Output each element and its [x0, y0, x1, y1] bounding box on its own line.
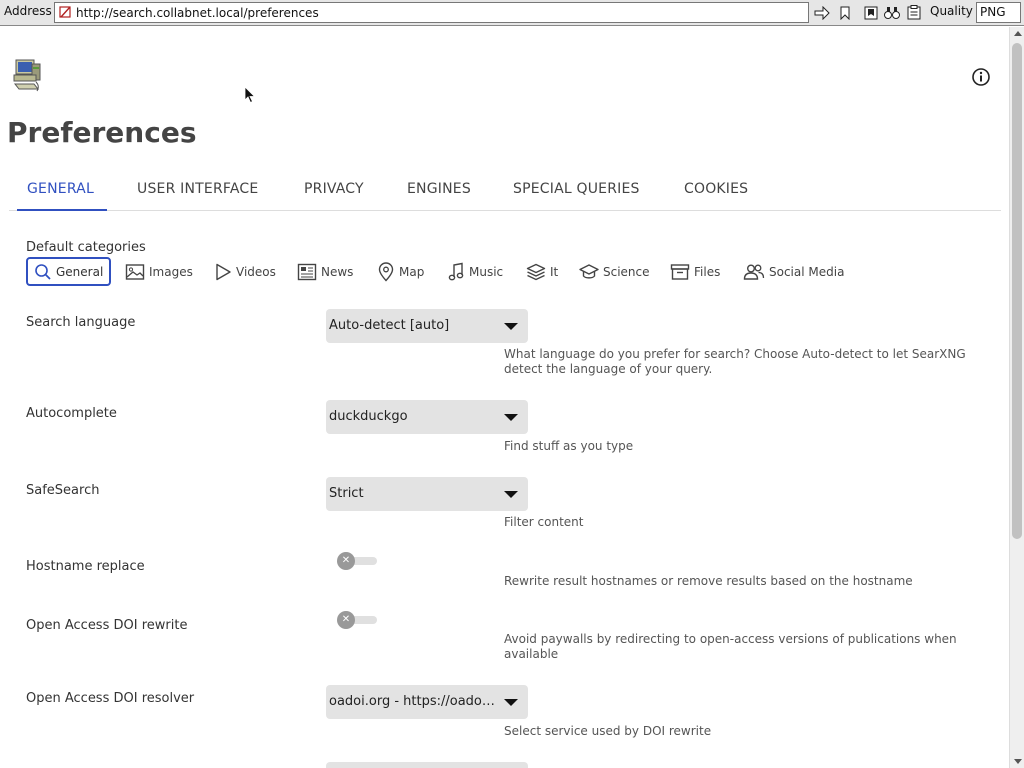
safesearch-label: SafeSearch — [26, 483, 100, 498]
tab-user-interface[interactable]: USER INTERFACE — [137, 181, 258, 197]
hostname-replace-help: Rewrite result hostnames or remove resul… — [504, 574, 913, 588]
search-language-select[interactable]: Auto-detect [auto] — [326, 309, 528, 343]
binoculars-icon[interactable] — [882, 3, 901, 22]
default-categories-heading: Default categories — [26, 240, 146, 255]
category-images[interactable]: Images — [125, 257, 193, 286]
tab-general[interactable]: GENERAL — [27, 181, 94, 197]
music-icon — [448, 262, 464, 280]
category-label: Science — [603, 264, 650, 279]
oa-doi-resolver-select[interactable]: oadoi.org - https://oadoi.org/ — [326, 685, 528, 719]
category-label: News — [321, 264, 354, 279]
category-label: Map — [399, 264, 425, 279]
go-arrow-icon[interactable] — [812, 3, 831, 22]
address-label: Address — [4, 4, 52, 18]
category-general[interactable]: General — [26, 257, 112, 286]
category-label: It — [550, 264, 559, 279]
category-social-media[interactable]: Social Media — [743, 257, 844, 286]
category-music[interactable]: Music — [447, 257, 503, 286]
tab-cookies[interactable]: COOKIES — [684, 181, 748, 197]
search-icon — [35, 263, 51, 280]
play-icon — [216, 263, 231, 280]
school-icon — [579, 263, 599, 279]
quality-label: Quality — [930, 4, 973, 18]
archive-icon — [670, 263, 690, 280]
search-language-label: Search language — [26, 315, 136, 330]
people-icon — [743, 264, 765, 280]
autocomplete-value: duckduckgo — [329, 409, 408, 424]
search-language-help: What language do you prefer for search? … — [504, 347, 966, 376]
safesearch-help: Filter content — [504, 515, 584, 529]
close-icon: ✕ — [337, 552, 355, 570]
chevron-down-icon — [504, 699, 518, 706]
quality-select[interactable]: PNG — [976, 2, 1021, 23]
newspaper-icon — [297, 263, 317, 280]
category-it[interactable]: It — [526, 257, 558, 286]
vertical-scrollbar[interactable] — [1009, 27, 1024, 768]
mouse-cursor-icon — [244, 86, 256, 104]
oa-doi-resolver-value: oadoi.org - https://oadoi.org/ — [329, 694, 497, 709]
info-icon[interactable] — [971, 67, 991, 87]
category-map[interactable]: Map — [377, 257, 424, 286]
category-label: Videos — [236, 264, 276, 279]
safesearch-value: Strict — [329, 486, 364, 501]
chevron-down-icon — [504, 491, 518, 498]
category-label: Images — [149, 264, 193, 279]
scroll-thumb[interactable] — [1012, 43, 1022, 539]
chevron-down-icon — [504, 323, 518, 330]
scroll-up-icon[interactable] — [1014, 31, 1022, 36]
map-pin-icon — [378, 261, 394, 282]
page-title: Preferences — [7, 116, 197, 149]
hostname-replace-label: Hostname replace — [26, 559, 145, 574]
category-files[interactable]: Files — [670, 257, 720, 286]
hostname-replace-toggle[interactable]: ✕ — [337, 551, 379, 571]
chevron-down-icon — [504, 414, 518, 421]
page-viewport: Preferences GENERAL USER INTERFACE PRIVA… — [0, 27, 1009, 768]
tab-special-queries[interactable]: SPECIAL QUERIES — [513, 181, 640, 197]
oa-doi-resolver-help: Select service used by DOI rewrite — [504, 724, 712, 738]
category-label: General — [56, 264, 104, 279]
oa-doi-rewrite-help: Avoid paywalls by redirecting to open-ac… — [504, 632, 957, 661]
oa-doi-rewrite-toggle[interactable]: ✕ — [337, 610, 379, 630]
category-label: Social Media — [769, 264, 845, 279]
autocomplete-label: Autocomplete — [26, 406, 117, 421]
computer-logo-icon[interactable] — [12, 58, 42, 94]
layers-icon — [526, 263, 546, 280]
oa-doi-rewrite-label: Open Access DOI rewrite — [26, 618, 188, 633]
close-icon: ✕ — [337, 611, 355, 629]
next-setting-select[interactable] — [326, 762, 528, 768]
category-videos[interactable]: Videos — [214, 257, 276, 286]
autocomplete-select[interactable]: duckduckgo — [326, 400, 528, 434]
scroll-down-icon[interactable] — [1014, 759, 1022, 764]
address-input[interactable]: http://search.collabnet.local/preference… — [54, 2, 809, 23]
category-science[interactable]: Science — [579, 257, 650, 286]
category-news[interactable]: News — [297, 257, 353, 286]
bookmarks-list-icon[interactable] — [861, 3, 880, 22]
category-label: Music — [469, 264, 504, 279]
address-url: http://search.collabnet.local/preference… — [76, 6, 319, 20]
bookmark-icon[interactable] — [835, 3, 854, 22]
image-icon — [125, 263, 145, 280]
clipboard-icon[interactable] — [904, 3, 923, 22]
browser-address-bar: Address http://search.collabnet.local/pr… — [0, 0, 1024, 26]
autocomplete-help: Find stuff as you type — [504, 439, 634, 453]
search-language-value: Auto-detect [auto] — [329, 318, 450, 333]
active-tab-indicator — [17, 209, 107, 211]
tab-engines[interactable]: ENGINES — [407, 181, 471, 197]
oa-doi-resolver-label: Open Access DOI resolver — [26, 691, 195, 706]
no-security-icon — [59, 6, 71, 18]
safesearch-select[interactable]: Strict — [326, 477, 528, 511]
category-list: General Images Videos News Map Music It — [26, 257, 926, 287]
preferences-tabs: GENERAL USER INTERFACE PRIVACY ENGINES S… — [9, 173, 1001, 211]
tab-privacy[interactable]: PRIVACY — [304, 181, 364, 197]
category-label: Files — [694, 264, 721, 279]
